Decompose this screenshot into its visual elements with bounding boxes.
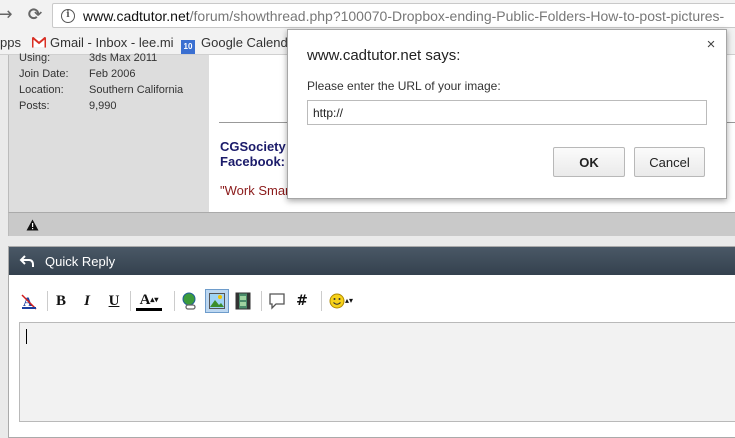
quick-reply-title: Quick Reply bbox=[45, 254, 116, 269]
font-color-button[interactable]: A▴▾ bbox=[136, 291, 162, 311]
text-caret bbox=[26, 329, 27, 344]
userinfo-key: Location: bbox=[19, 84, 64, 96]
quote-icon[interactable] bbox=[267, 291, 287, 311]
message-editor[interactable] bbox=[19, 322, 735, 422]
ok-button[interactable]: OK bbox=[553, 147, 625, 177]
post-footer bbox=[8, 212, 735, 236]
url-host: www.cadtutor.net bbox=[83, 8, 190, 24]
chevron-down-icon: ▴▾ bbox=[150, 295, 159, 304]
insert-image-button-active[interactable] bbox=[205, 289, 229, 313]
toolbar-separator bbox=[321, 291, 322, 311]
userinfo-row: Posts: 9,990 bbox=[19, 100, 183, 116]
bold-button[interactable]: B bbox=[51, 291, 71, 311]
smilies-button[interactable]: ▴▾ bbox=[326, 291, 356, 311]
code-hash-button[interactable]: # bbox=[292, 291, 312, 311]
userinfo-key: Join Date: bbox=[19, 68, 69, 80]
toolbar-separator bbox=[130, 291, 131, 311]
url-path: /forum/showthread.php?100070-Dropbox-end… bbox=[189, 8, 725, 24]
quick-reply-header[interactable]: Quick Reply bbox=[9, 247, 735, 275]
bookmark-calendar-label: Google Calenda bbox=[201, 35, 295, 50]
dialog-message: Please enter the URL of your image: bbox=[307, 79, 501, 93]
user-info: Using: 3ds Max 2011 Join Date: Feb 2006 Lo… bbox=[19, 52, 183, 116]
userinfo-value: Feb 2006 bbox=[89, 68, 136, 80]
toolbar-separator bbox=[174, 291, 175, 311]
bookmark-gmail[interactable]: Gmail - Inbox - lee.mi bbox=[32, 35, 174, 50]
userinfo-key: Posts: bbox=[19, 100, 50, 112]
bookmark-gmail-label: Gmail - Inbox - lee.mi bbox=[50, 35, 174, 50]
userinfo-row: Using: 3ds Max 2011 bbox=[19, 52, 183, 68]
close-icon[interactable]: × bbox=[704, 36, 718, 53]
prompt-dialog: × www.cadtutor.net says: Please enter th… bbox=[287, 29, 727, 199]
signature-quote: "Work Smar bbox=[220, 183, 290, 198]
userinfo-value: Southern California bbox=[89, 84, 184, 96]
userinfo-row: Join Date: Feb 2006 bbox=[19, 68, 183, 84]
reply-arrow-icon bbox=[19, 255, 34, 267]
italic-button[interactable]: I bbox=[77, 291, 97, 311]
editor-toolbar: A B I U A▴▾ # ▴▾ bbox=[9, 275, 735, 321]
toolbar-separator bbox=[261, 291, 262, 311]
dialog-title: www.cadtutor.net says: bbox=[307, 47, 461, 64]
font-color-label: A bbox=[139, 292, 151, 308]
url-text: www.cadtutor.net/forum/showthread.php?10… bbox=[83, 8, 724, 24]
gmail-icon bbox=[32, 37, 46, 48]
report-post-icon[interactable] bbox=[26, 219, 39, 231]
remove-format-icon[interactable]: A bbox=[19, 291, 39, 311]
smiley-icon bbox=[329, 293, 345, 309]
image-url-input[interactable] bbox=[307, 100, 707, 125]
toolbar-separator bbox=[47, 291, 48, 311]
insert-image-icon bbox=[209, 293, 225, 309]
underline-button[interactable]: U bbox=[104, 291, 124, 311]
userinfo-value: 3ds Max 2011 bbox=[89, 52, 158, 64]
browser-toolbar: → ⟳ i www.cadtutor.net/forum/showthread.… bbox=[0, 0, 735, 31]
insert-video-icon[interactable] bbox=[233, 291, 253, 311]
quick-reply-panel: Quick Reply A B I U A▴▾ # ▴▾ bbox=[8, 246, 735, 438]
signature-link-cgsociety[interactable]: CGSociety bbox=[220, 139, 286, 154]
userinfo-key: Using: bbox=[19, 52, 51, 64]
bookmark-calendar[interactable]: 10 Google Calenda bbox=[181, 35, 295, 54]
reload-button[interactable]: ⟳ bbox=[24, 4, 46, 26]
chevron-down-icon: ▴▾ bbox=[344, 296, 354, 305]
signature-link-facebook[interactable]: Facebook: bbox=[220, 154, 285, 169]
address-bar[interactable]: i www.cadtutor.net/forum/showthread.php?… bbox=[52, 3, 735, 28]
insert-link-icon[interactable] bbox=[180, 291, 200, 311]
bookmark-apps[interactable]: pps bbox=[0, 35, 21, 50]
userinfo-row: Location: Southern California bbox=[19, 84, 183, 100]
cancel-button[interactable]: Cancel bbox=[634, 147, 705, 177]
info-icon[interactable]: i bbox=[61, 9, 75, 23]
userinfo-value: 9,990 bbox=[89, 100, 117, 112]
forward-button[interactable]: → bbox=[0, 4, 16, 26]
